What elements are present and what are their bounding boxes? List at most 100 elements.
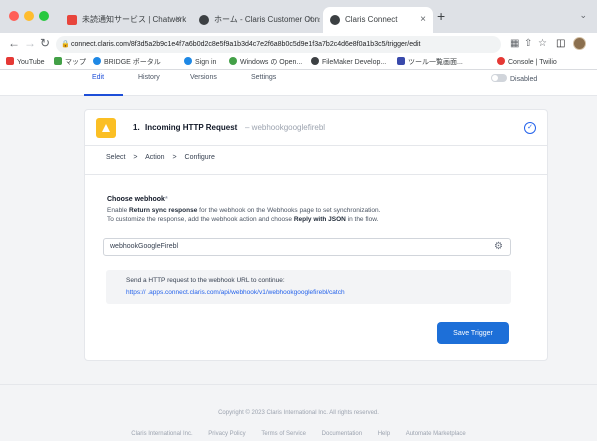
browser-tab-claris-console[interactable]: ホーム - Claris Customer Consol × — [192, 7, 320, 33]
bookmark-windows[interactable]: Windows の Open... — [229, 57, 302, 67]
share-icon[interactable]: ⇧ — [524, 38, 532, 49]
tab-settings[interactable]: Settings — [251, 74, 276, 81]
webhook-select[interactable]: webhookGoogleFirebl — [103, 238, 511, 256]
bookmark-label: Console | Twilio — [508, 59, 557, 66]
desc-text: To customize the response, add the webho… — [107, 216, 294, 223]
chevron-right-icon: > — [172, 154, 177, 161]
tab-window-icon[interactable]: ◫ — [556, 38, 565, 49]
breadcrumb-configure[interactable]: Configure — [185, 154, 215, 161]
google-icon — [184, 57, 192, 65]
step-title: Incoming HTTP Request — [145, 123, 238, 132]
gear-icon[interactable]: ⚙ — [494, 241, 503, 252]
desc-text: Enable — [107, 207, 130, 214]
bookmark-sign-in[interactable]: Sign in — [184, 57, 216, 66]
disabled-label: Disabled — [510, 76, 538, 83]
extension-icon[interactable]: ▦ — [510, 38, 519, 49]
browser-tab-bar: 未読通知サービス | Chatwork × ホーム - Claris Custo… — [0, 0, 597, 33]
divider — [85, 174, 547, 175]
tab-search-chevron-icon[interactable]: ⌄ — [579, 10, 587, 21]
tool-list-icon — [397, 57, 405, 65]
flow-editor-tabs: Edit History Versions Settings Disabled — [0, 70, 597, 96]
profile-avatar[interactable] — [573, 37, 586, 50]
step-collapse-icon[interactable]: ✓ — [524, 122, 536, 134]
breadcrumb-select[interactable]: Select — [106, 154, 125, 161]
browser-tab-chatwork[interactable]: 未読通知サービス | Chatwork × — [60, 7, 188, 33]
bookmark-label: Windows の Open... — [240, 59, 303, 66]
choose-webhook-heading: Choose webhook* — [107, 196, 168, 203]
desc-bold: Return sync response — [129, 207, 198, 214]
browser-tab-claris-connect[interactable]: Claris Connect × — [323, 7, 433, 33]
close-tab-icon[interactable]: × — [307, 7, 313, 33]
tab-label: 未読通知サービス | Chatwork — [82, 15, 187, 24]
required-marker: * — [164, 196, 168, 203]
reload-icon[interactable]: ↻ — [40, 36, 50, 50]
forward-arrow-icon[interactable]: → — [24, 36, 36, 50]
twilio-icon — [497, 57, 505, 65]
copyright-text: Copyright © 2023 Claris International In… — [218, 410, 379, 416]
chatwork-favicon-icon — [67, 15, 77, 25]
desc-text: for the webhook on the Webhooks page to … — [197, 207, 381, 214]
info-text: Send a HTTP request to the webhook URL t… — [126, 277, 285, 284]
bookmark-youtube[interactable]: YouTube — [6, 57, 45, 66]
chevron-right-icon: > — [133, 154, 138, 161]
windows-icon — [229, 57, 237, 65]
browser-toolbar: ← → ↻ 🔒 connect.claris.com/8f3d5a2b9c1e4… — [0, 33, 597, 55]
step-subtitle: – webhookgooglefirebl — [245, 123, 326, 132]
page-footer: Copyright © 2023 Claris International In… — [0, 384, 597, 441]
breadcrumb-action[interactable]: Action — [145, 154, 164, 161]
footer-link-terms[interactable]: Terms of Service — [261, 431, 306, 437]
close-window-dot[interactable] — [9, 11, 19, 21]
footer-link-docs[interactable]: Documentation — [322, 431, 362, 437]
close-tab-icon[interactable]: × — [175, 7, 181, 33]
youtube-icon — [6, 57, 14, 65]
tab-versions[interactable]: Versions — [190, 74, 217, 81]
footer-links: Claris International Inc. Privacy Policy… — [0, 431, 597, 437]
step-number: 1. — [133, 123, 140, 132]
bookmark-label: Sign in — [195, 59, 217, 66]
disabled-toggle[interactable]: Disabled — [491, 74, 537, 83]
url-text: connect.claris.com/8f3d5a2b9c1e4f7a6b0d2… — [71, 41, 421, 48]
save-trigger-button[interactable]: Save Trigger — [437, 322, 509, 344]
claris-favicon-icon — [330, 15, 340, 25]
footer-link-claris[interactable]: Claris International Inc. — [131, 431, 192, 437]
filemaker-icon — [311, 57, 319, 65]
footer-link-marketplace[interactable]: Automate Marketplace — [406, 431, 466, 437]
bookmark-tool-list[interactable]: ツール一覧画面... — [397, 57, 463, 67]
bookmark-label: マップ — [65, 59, 86, 66]
bookmark-label: ツール一覧画面... — [408, 59, 463, 66]
tab-edit[interactable]: Edit — [92, 74, 104, 81]
tab-history[interactable]: History — [138, 74, 160, 81]
webhook-url-info: Send a HTTP request to the webhook URL t… — [106, 270, 511, 304]
trigger-step-header[interactable]: 1. Incoming HTTP Request – webhookgoogle… — [85, 110, 547, 146]
desc-text: in the flow. — [345, 216, 379, 223]
new-tab-icon[interactable]: + — [437, 8, 445, 24]
minimize-window-dot[interactable] — [24, 11, 34, 21]
bookmark-bridge[interactable]: BRIDGE ポータル — [93, 57, 161, 67]
config-breadcrumb: Select > Action > Configure — [106, 154, 221, 161]
back-arrow-icon[interactable]: ← — [8, 36, 20, 50]
bridge-icon — [93, 57, 101, 65]
tab-label: Claris Connect — [345, 15, 398, 24]
bookmark-filemaker[interactable]: FileMaker Develop... — [311, 57, 386, 66]
footer-link-help[interactable]: Help — [378, 431, 390, 437]
bookmark-maps[interactable]: マップ — [54, 57, 86, 67]
claris-favicon-icon — [199, 15, 209, 25]
bookmark-twilio[interactable]: Console | Twilio — [497, 57, 557, 66]
address-bar[interactable]: 🔒 connect.claris.com/8f3d5a2b9c1e4f7a6b0… — [56, 36, 501, 53]
tab-label: ホーム - Claris Customer Consol — [214, 15, 320, 24]
desc-bold: Reply with JSON — [293, 216, 346, 223]
zoom-window-dot[interactable] — [39, 11, 49, 21]
bookmark-star-icon[interactable]: ☆ — [538, 38, 547, 49]
bookmark-label: BRIDGE ポータル — [104, 59, 161, 66]
heading-text: Choose webhook — [107, 196, 165, 203]
webhook-url-link[interactable]: https:// .apps.connect.claris.com/api/we… — [126, 289, 345, 296]
lock-icon: 🔒 — [61, 41, 70, 48]
toggle-switch-icon — [491, 74, 507, 82]
footer-link-privacy[interactable]: Privacy Policy — [208, 431, 245, 437]
close-tab-icon[interactable]: × — [420, 7, 426, 33]
bookmark-label: FileMaker Develop... — [322, 59, 387, 66]
active-tab-indicator — [84, 94, 123, 96]
http-trigger-icon — [96, 118, 116, 138]
maps-icon — [54, 57, 62, 65]
bookmark-label: YouTube — [17, 59, 45, 66]
